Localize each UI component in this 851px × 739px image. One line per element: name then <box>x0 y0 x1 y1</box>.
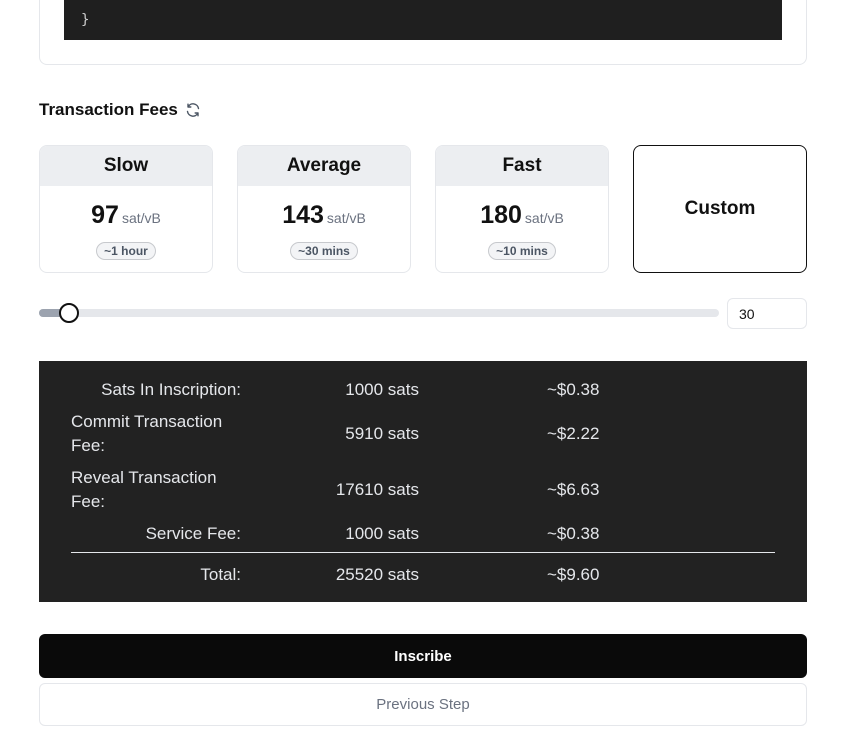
summary-label: Reveal Transaction Fee: <box>71 468 217 511</box>
fee-eta-badge: ~1 hour <box>96 242 156 260</box>
slider-thumb[interactable] <box>58 303 79 323</box>
summary-label: Sats In Inscription: <box>101 380 241 399</box>
code-line: } <box>81 12 90 28</box>
fee-rate: 97 sat/vB <box>40 201 212 230</box>
fee-option-fast[interactable]: Fast 180 sat/vB ~10 mins <box>435 145 609 273</box>
fee-rate: 180 sat/vB <box>436 201 608 230</box>
fee-option-title: Fast <box>436 146 608 186</box>
refresh-icon[interactable] <box>185 102 201 118</box>
summary-sats: 1000 sats <box>345 380 419 399</box>
summary-sats: 17610 sats <box>335 480 419 499</box>
summary-divider <box>71 552 775 553</box>
fee-rate-unit: sat/vB <box>121 210 161 226</box>
fee-eta-badge: ~30 mins <box>290 242 358 260</box>
summary-sats: 5910 sats <box>345 424 419 443</box>
fee-eta-badge: ~10 mins <box>488 242 556 260</box>
fee-option-slow[interactable]: Slow 97 sat/vB ~1 hour <box>39 145 213 273</box>
summary-label: Commit Transaction Fee: <box>71 412 223 455</box>
fee-rate-value: 180 <box>480 201 522 229</box>
fees-heading: Transaction Fees <box>39 99 201 121</box>
fee-rate-slider[interactable] <box>39 303 719 323</box>
summary-usd: ~$0.38 <box>547 380 600 399</box>
fee-rate: 143 sat/vB <box>238 201 410 230</box>
fee-option-average[interactable]: Average 143 sat/vB ~30 mins <box>237 145 411 273</box>
fee-rate-unit: sat/vB <box>524 210 564 226</box>
fee-option-title: Slow <box>40 146 212 186</box>
fee-option-custom[interactable]: Custom <box>633 145 807 273</box>
fees-title: Transaction Fees <box>39 100 178 119</box>
summary-usd: ~$6.63 <box>547 480 600 499</box>
code-block: } } <box>64 0 782 40</box>
fee-rate-unit: sat/vB <box>326 210 366 226</box>
fee-rate-value: 97 <box>91 201 119 229</box>
code-card: } } <box>39 0 807 65</box>
summary-total-usd: ~$9.60 <box>547 565 600 584</box>
summary-usd: ~$2.22 <box>547 424 600 443</box>
summary-total-label: Total: <box>200 565 241 584</box>
previous-step-button[interactable]: Previous Step <box>39 683 807 726</box>
fee-option-title: Average <box>238 146 410 186</box>
fee-rate-input[interactable] <box>727 298 807 329</box>
fee-rate-value: 143 <box>282 201 324 229</box>
summary-usd: ~$0.38 <box>547 524 600 543</box>
summary-sats: 1000 sats <box>345 524 419 543</box>
summary-total-sats: 25520 sats <box>335 565 419 584</box>
summary-label: Service Fee: <box>145 524 241 543</box>
inscribe-button[interactable]: Inscribe <box>39 634 807 678</box>
cost-summary: Sats In Inscription: 1000 sats ~$0.38 Co… <box>39 361 807 602</box>
